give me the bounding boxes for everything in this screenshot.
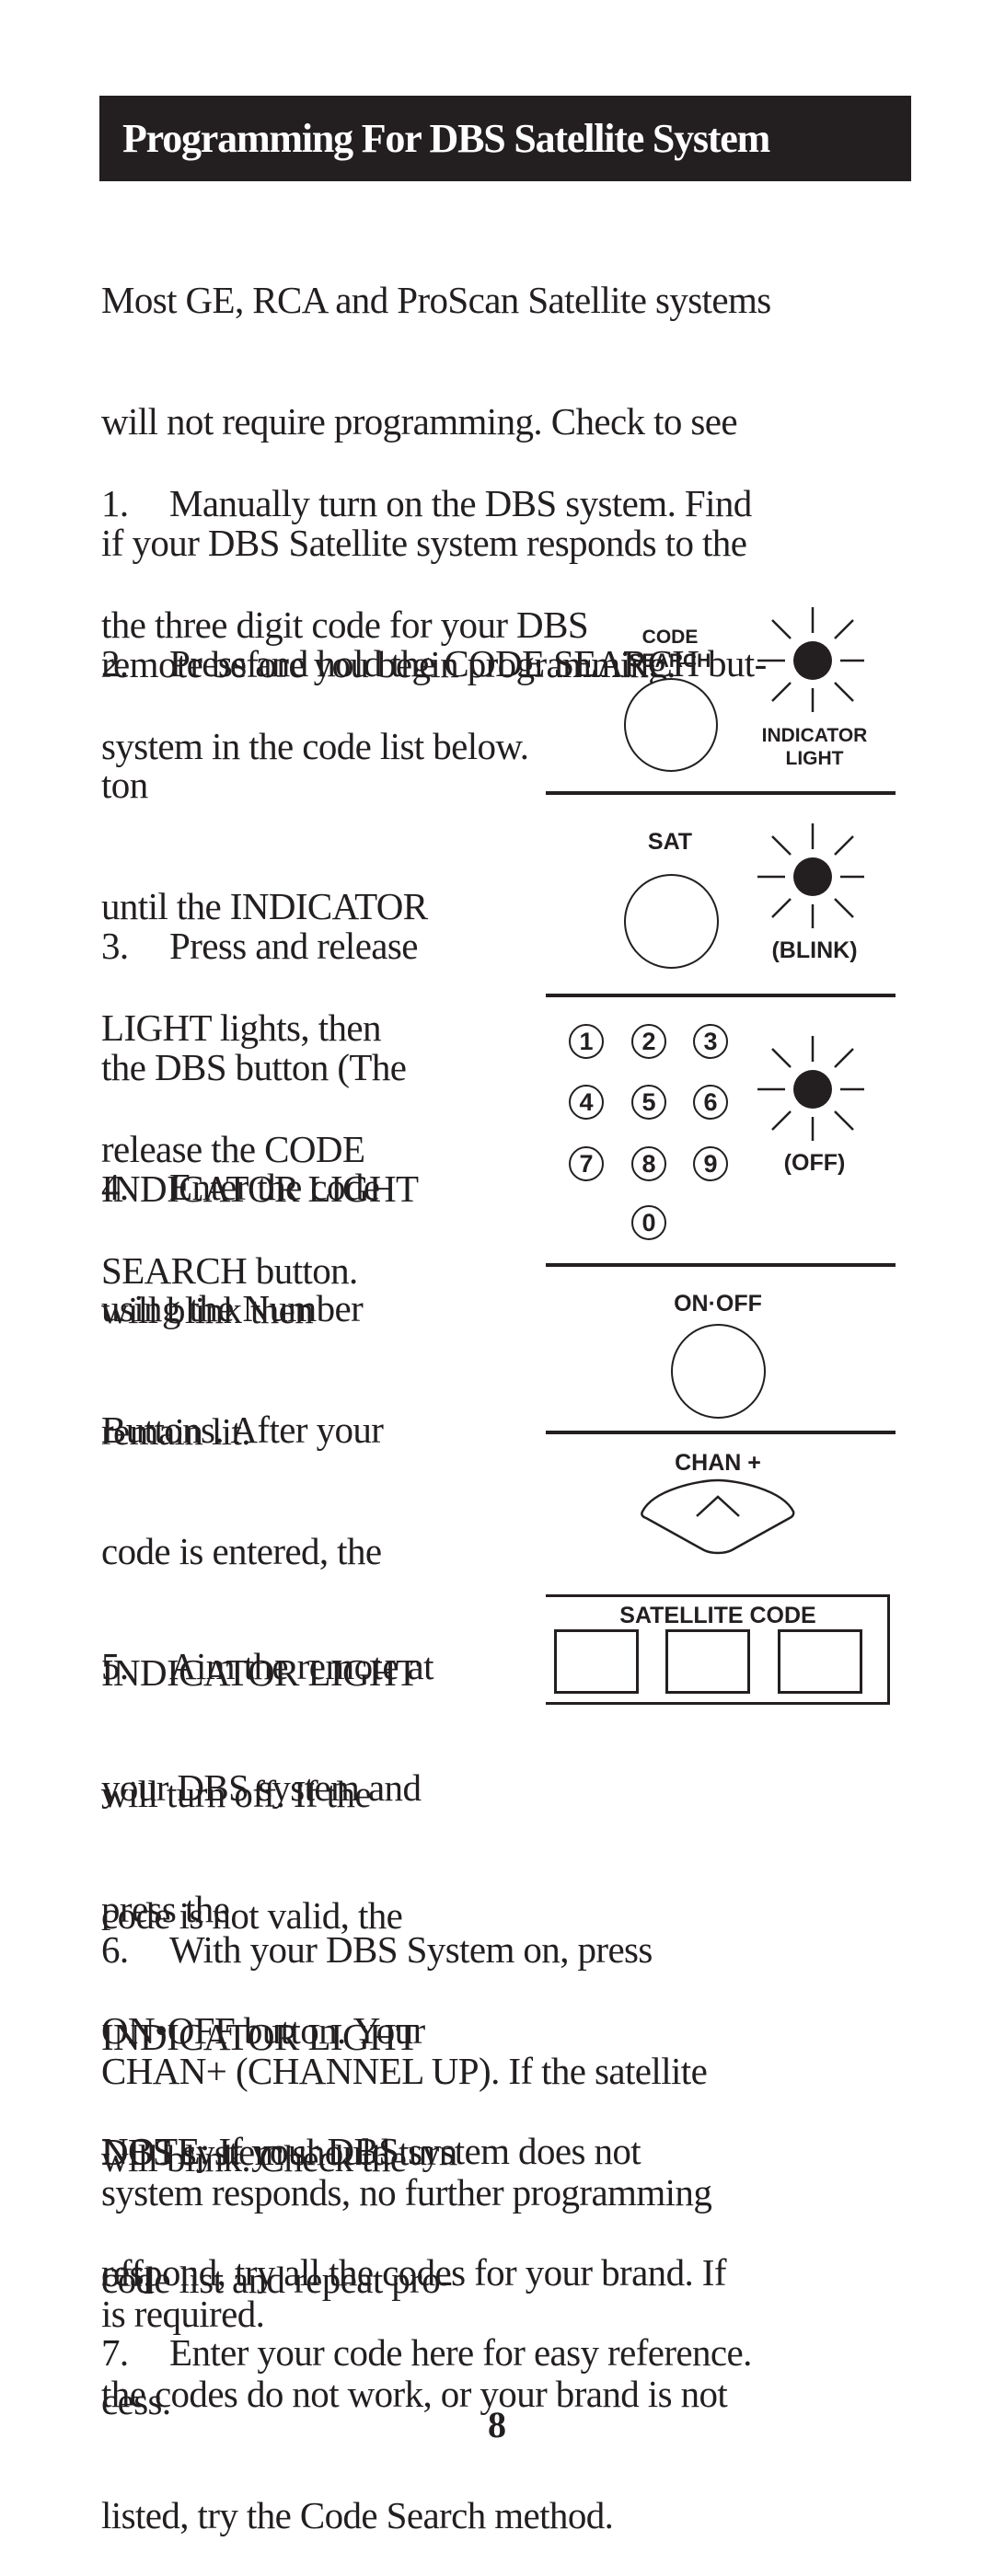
chan-up-button[interactable]: [635, 1477, 801, 1555]
code-search-button[interactable]: [624, 678, 718, 772]
chan-up-label: CHAN +: [675, 1450, 761, 1476]
text-line: Aim the remote at: [169, 1645, 434, 1687]
satellite-code-label: SATELLITE CODE: [619, 1603, 816, 1628]
text-line: Press and release: [169, 925, 418, 967]
code-digit-box-3[interactable]: [778, 1629, 862, 1694]
code-digit-box-2[interactable]: [665, 1629, 750, 1694]
text-line: Manually turn on the DBS system. Find: [169, 482, 752, 524]
label-line: SEARCH: [629, 650, 711, 672]
indicator-state-blink: (BLINK): [771, 937, 858, 963]
number-key-2[interactable]: 2: [631, 1024, 666, 1059]
indicator-state-off: (OFF): [783, 1150, 846, 1176]
text-line: the DBS button (The: [101, 1046, 407, 1088]
divider: [546, 1431, 896, 1434]
text-line: Enter your code here for easy reference.: [169, 2331, 752, 2374]
step-number: 2.: [101, 642, 129, 684]
text-line: your DBS system and: [101, 1766, 422, 1809]
divider: [546, 1263, 896, 1267]
number-key-8[interactable]: 8: [631, 1146, 666, 1181]
label-line: INDICATOR: [761, 725, 868, 746]
label-line: CODE: [641, 627, 699, 648]
step-number: 4.: [101, 1166, 129, 1208]
code-search-label: CODE SEARCH: [615, 626, 725, 673]
step-number: 3.: [101, 925, 129, 967]
sat-label: SAT: [647, 829, 693, 855]
step-7: 7. Enter your code here for easy referenc…: [101, 2251, 752, 2413]
sat-button[interactable]: [624, 874, 719, 969]
number-key-6[interactable]: 6: [693, 1085, 728, 1120]
number-key-4[interactable]: 4: [569, 1085, 604, 1120]
number-key-5[interactable]: 5: [631, 1085, 666, 1120]
step-number: 7.: [101, 2331, 129, 2374]
step-number: 6.: [101, 1928, 129, 1971]
on-off-label: ON·OFF: [674, 1291, 762, 1317]
page-number: 8: [488, 2404, 506, 2445]
text-line: Enter the code: [169, 1166, 380, 1208]
indicator-light-on-icon: [757, 607, 864, 712]
page-title: Programming For DBS Satellite System: [122, 116, 770, 161]
number-key-9[interactable]: 9: [693, 1146, 728, 1181]
code-digit-box-1[interactable]: [554, 1629, 639, 1694]
number-key-3[interactable]: 3: [693, 1024, 728, 1059]
indicator-light-label: INDICATOR LIGHT: [746, 724, 884, 770]
text-line: using the Number: [101, 1287, 364, 1329]
label-line: LIGHT: [785, 748, 844, 769]
text-line: Buttons. After your: [101, 1409, 384, 1451]
indicator-light-blink-icon: [757, 823, 864, 928]
indicator-light-off-icon: [757, 1036, 864, 1141]
text-line: With your DBS System on, press: [169, 1928, 653, 1971]
step-number: 1.: [101, 482, 129, 524]
section-header: Programming For DBS Satellite System: [99, 96, 911, 181]
text-line: listed, try the Code Search method.: [101, 2494, 614, 2536]
divider: [546, 994, 896, 997]
number-key-1[interactable]: 1: [569, 1024, 604, 1059]
step-number: 5.: [101, 1645, 129, 1687]
number-key-0[interactable]: 0: [631, 1205, 666, 1240]
divider: [546, 791, 896, 795]
on-off-button[interactable]: [671, 1324, 766, 1419]
text-line: Most GE, RCA and ProScan Satellite syste…: [101, 279, 771, 321]
text-line: NOTE: If your DBS system does not: [101, 2130, 641, 2172]
number-key-7[interactable]: 7: [569, 1146, 604, 1181]
